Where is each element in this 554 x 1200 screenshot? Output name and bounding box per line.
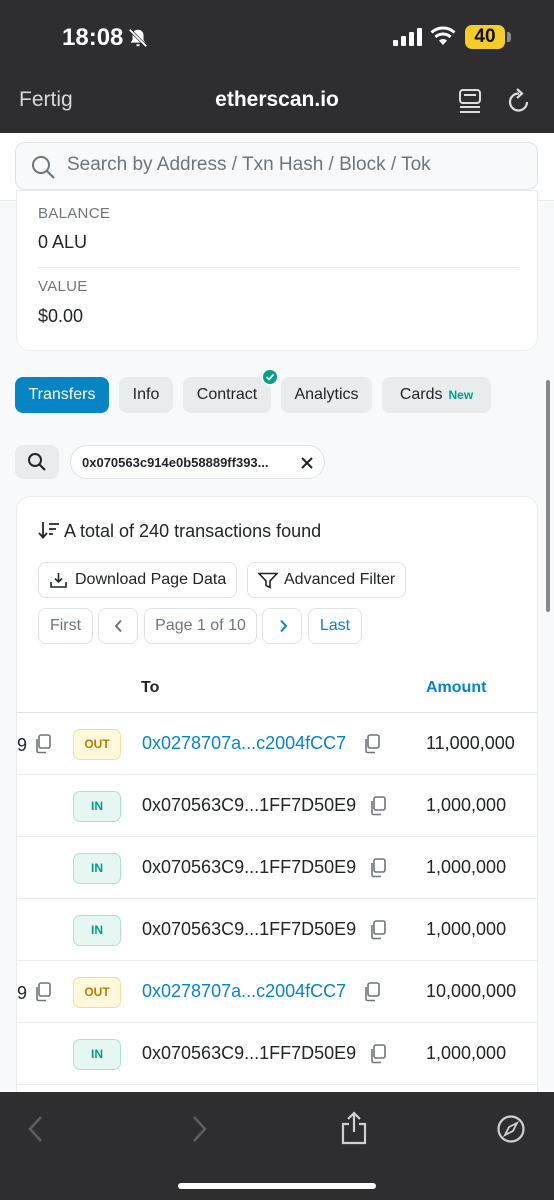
copy-icon[interactable] bbox=[34, 734, 52, 754]
table-row: 9 OUT 0x0278707a...c2004fCC7 11,000,000 bbox=[17, 713, 537, 775]
battery-indicator: 40 bbox=[465, 25, 505, 49]
amount: 11,000,000 bbox=[426, 733, 515, 753]
copy-icon[interactable] bbox=[369, 796, 387, 816]
sort-icon bbox=[38, 522, 59, 539]
address-filter-chip: 0x070563c914e0b58889ff393... bbox=[70, 445, 325, 479]
search-input[interactable]: Search by Address / Txn Hash / Block / T… bbox=[15, 142, 538, 190]
first-page-button[interactable]: First bbox=[38, 608, 93, 644]
table-row: IN 0x070563C9...1FF7D50E9 1,000,000 bbox=[17, 899, 537, 961]
to-address[interactable]: 0x0278707a...c2004fCC7 bbox=[142, 733, 346, 754]
transactions-card: A total of 240 transactions found Downlo… bbox=[16, 496, 538, 1116]
filter-icon bbox=[258, 572, 278, 589]
search-icon bbox=[32, 156, 55, 179]
battery-tip bbox=[507, 32, 511, 42]
direction-badge: IN bbox=[73, 791, 121, 822]
amount: 1,000,000 bbox=[426, 857, 507, 877]
advanced-filter-button[interactable]: Advanced Filter bbox=[247, 562, 406, 598]
column-header-amount[interactable]: Amount bbox=[426, 679, 486, 697]
new-badge: New bbox=[448, 388, 474, 402]
from-address-fragment: 9 bbox=[17, 735, 28, 755]
first-page-label: First bbox=[49, 617, 82, 634]
address-filter-text: 0x070563c914e0b58889ff393... bbox=[82, 455, 269, 470]
page-scrollbar[interactable] bbox=[546, 380, 550, 612]
value-amount: $0.00 bbox=[38, 306, 84, 326]
tab-analytics[interactable]: Analytics bbox=[281, 377, 372, 413]
to-address: 0x070563C9...1FF7D50E9 bbox=[142, 1043, 357, 1063]
table-row: IN 0x070563C9...1FF7D50E9 1,000,000 bbox=[17, 1023, 537, 1085]
token-overview-card: BALANCE 0 ALU VALUE $0.00 bbox=[16, 190, 538, 351]
amount: 1,000,000 bbox=[426, 795, 507, 815]
amount: 10,000,000 bbox=[426, 981, 517, 1001]
table-row: IN 0x070563C9...1FF7D50E9 1,000,000 bbox=[17, 837, 537, 899]
forward-icon[interactable] bbox=[183, 1114, 213, 1144]
direction-badge: IN bbox=[73, 915, 121, 946]
amount: 1,000,000 bbox=[426, 1043, 507, 1063]
to-address[interactable]: 0x0278707a...c2004fCC7 bbox=[142, 981, 346, 1002]
close-icon[interactable] bbox=[300, 456, 314, 470]
balance-value: 0 ALU bbox=[38, 232, 88, 252]
last-page-label: Last bbox=[319, 617, 351, 634]
value-label: VALUE bbox=[38, 278, 88, 295]
direction-badge: IN bbox=[73, 853, 121, 884]
filter-search-button[interactable] bbox=[15, 445, 59, 479]
table-row: 9 OUT 0x0278707a...c2004fCC7 10,000,000 bbox=[17, 961, 537, 1023]
chevron-left-icon bbox=[114, 619, 122, 633]
copy-icon[interactable] bbox=[369, 920, 387, 940]
previous-page-button[interactable] bbox=[98, 608, 138, 644]
direction-badge: OUT bbox=[73, 729, 121, 760]
browser-chrome: 18:08 40 Fertig etherscan.io bbox=[0, 0, 554, 133]
search-icon bbox=[28, 453, 46, 471]
transactions-summary: A total of 240 transactions found bbox=[38, 521, 321, 542]
balance-label: BALANCE bbox=[38, 205, 111, 222]
status-time: 18:08 bbox=[62, 24, 124, 51]
tab-transfers[interactable]: Transfers bbox=[15, 377, 109, 413]
tab-cards[interactable]: Cards New bbox=[382, 377, 491, 413]
back-icon[interactable] bbox=[22, 1114, 52, 1144]
divider bbox=[38, 267, 518, 268]
reader-mode-icon[interactable] bbox=[457, 88, 483, 114]
download-page-data-button[interactable]: Download Page Data bbox=[38, 562, 237, 598]
compass-icon[interactable] bbox=[496, 1114, 526, 1144]
tab-label: Cards bbox=[399, 386, 443, 403]
advanced-filter-label: Advanced Filter bbox=[284, 571, 396, 588]
bell-muted-icon bbox=[128, 28, 148, 48]
verified-check-icon bbox=[261, 368, 279, 386]
direction-badge: OUT bbox=[73, 977, 121, 1008]
page-indicator: Page 1 of 10 bbox=[144, 608, 257, 644]
wifi-icon bbox=[430, 26, 456, 45]
to-address: 0x070563C9...1FF7D50E9 bbox=[142, 795, 357, 815]
next-page-button[interactable] bbox=[262, 608, 302, 644]
direction-badge: IN bbox=[73, 1039, 121, 1070]
download-icon bbox=[50, 573, 67, 588]
table-row: IN 0x070563C9...1FF7D50E9 1,000,000 bbox=[17, 775, 537, 837]
chevron-right-icon bbox=[280, 619, 288, 633]
reload-icon[interactable] bbox=[506, 87, 532, 115]
copy-icon[interactable] bbox=[369, 858, 387, 878]
to-address: 0x070563C9...1FF7D50E9 bbox=[142, 919, 357, 939]
download-label: Download Page Data bbox=[75, 571, 227, 588]
copy-icon[interactable] bbox=[363, 734, 381, 754]
summary-text: A total of 240 transactions found bbox=[64, 521, 322, 541]
share-icon[interactable] bbox=[339, 1111, 369, 1145]
search-placeholder: Search by Address / Txn Hash / Block / T… bbox=[67, 154, 431, 175]
page-indicator-text: Page 1 of 10 bbox=[155, 617, 246, 634]
tab-info[interactable]: Info bbox=[119, 377, 173, 413]
from-address-fragment: 9 bbox=[17, 983, 28, 1003]
last-page-button[interactable]: Last bbox=[308, 608, 362, 644]
tab-label: Analytics bbox=[294, 386, 359, 403]
tab-label: Contract bbox=[196, 386, 258, 403]
tab-label: Transfers bbox=[28, 386, 96, 403]
tab-contract[interactable]: Contract bbox=[183, 377, 271, 413]
copy-icon[interactable] bbox=[363, 982, 381, 1002]
amount: 1,000,000 bbox=[426, 919, 507, 939]
cellular-signal-icon bbox=[393, 28, 422, 46]
tab-label: Info bbox=[132, 386, 160, 403]
to-address: 0x070563C9...1FF7D50E9 bbox=[142, 857, 357, 877]
home-indicator bbox=[178, 1183, 376, 1189]
copy-icon[interactable] bbox=[34, 982, 52, 1002]
column-header-to: To bbox=[141, 679, 160, 696]
copy-icon[interactable] bbox=[369, 1044, 387, 1064]
